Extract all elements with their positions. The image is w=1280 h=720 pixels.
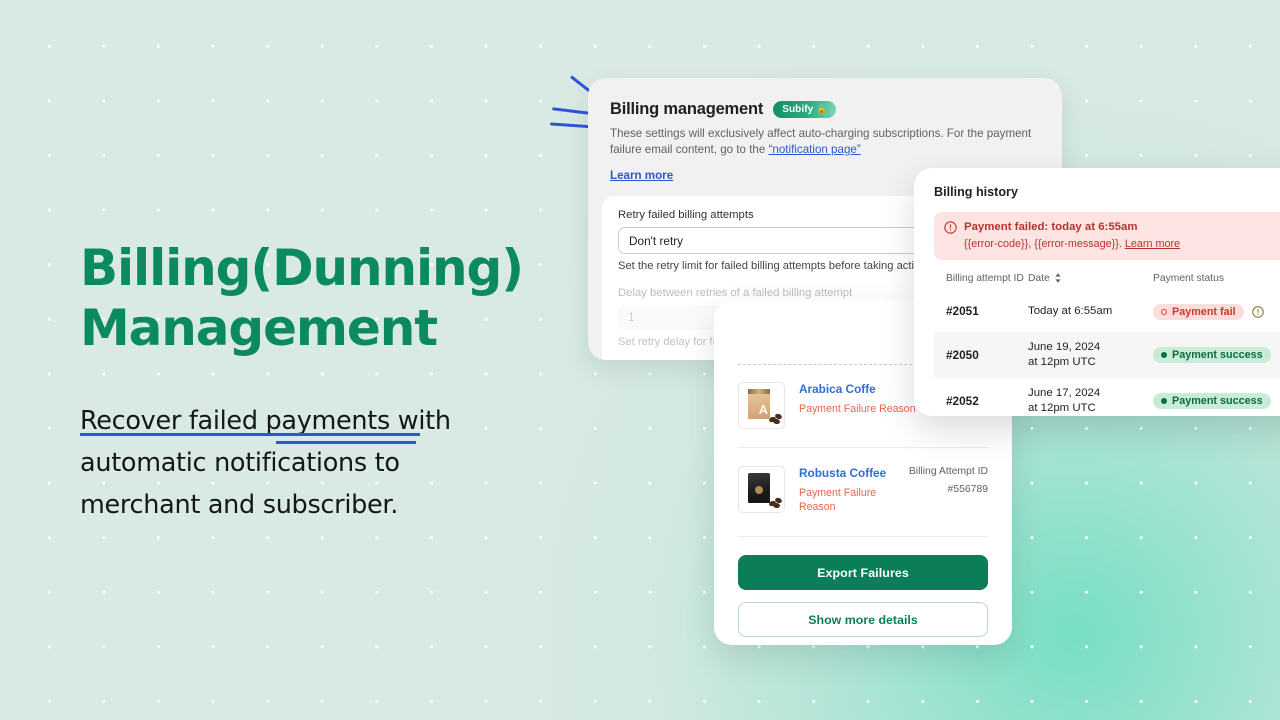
lock-icon: 🔒 (816, 104, 828, 114)
cell-attempt-id: #2051 (946, 304, 979, 318)
alert-title: Payment failed: today at 6:55am (964, 221, 1138, 233)
cell-date: Today at 6:55am (1028, 305, 1113, 317)
status-dot-icon (1161, 308, 1167, 315)
retry-delay-value: 1 (628, 311, 635, 324)
page-title: Billing(Dunning) Management (80, 239, 524, 357)
alert-text-wrap: Payment failed: today at 6:55am {{error-… (964, 220, 1180, 251)
status-label: Payment success (1172, 349, 1263, 361)
status-badge: Subify 🔒 (773, 101, 836, 118)
alert-body-text: {{error-code}}, {{error-message}}. (964, 238, 1125, 250)
table-row[interactable]: #2050 June 19, 2024 at 12pm UTC Payment … (934, 332, 1280, 378)
payment-failed-alert: Payment failed: today at 6:55am {{error-… (934, 212, 1280, 260)
attempt-id-value: #556789 (947, 484, 988, 495)
column-header-payment-status: Payment status (1153, 272, 1224, 284)
product-failure-reason: Payment Failure Reason (799, 487, 877, 513)
product-thumbnail: A (738, 382, 785, 429)
table-row[interactable]: #2051 Today at 6:55am Payment fail (934, 291, 1280, 332)
column-header-attempt-id: Billing attempt ID (946, 272, 1024, 284)
warning-circle-icon[interactable] (1251, 305, 1264, 318)
status-label: Payment fail (1172, 305, 1236, 318)
status-dot-icon (1161, 398, 1167, 404)
export-failures-button[interactable]: Export Failures (738, 555, 988, 590)
card-title: Billing management (610, 100, 764, 118)
bag-letter: A (758, 402, 768, 417)
card-header: Billing management Subify 🔒 (610, 100, 1040, 119)
status-dot-icon (1161, 352, 1167, 358)
status-label: Payment success (1172, 395, 1263, 407)
notification-page-link[interactable]: “notification page” (769, 143, 861, 156)
card-description: These settings will exclusively affect a… (610, 126, 1040, 157)
product-thumbnail (738, 466, 785, 513)
list-item[interactable]: Robusta Coffee Payment Failure Reason Bi… (738, 448, 988, 514)
cell-status: Payment success (1153, 347, 1280, 363)
hero-subcopy-wrap: Recover failed payments with automatic n… (80, 400, 510, 526)
column-header-date-label: Date (1028, 272, 1050, 284)
cell-status: Payment success (1153, 393, 1280, 409)
status-badge-fail: Payment fail (1153, 303, 1244, 320)
billing-history-table: Billing attempt ID Date Payment status #… (934, 272, 1280, 416)
cell-date: June 17, 2024 at 12pm UTC (1028, 387, 1101, 414)
status-badge-success: Payment success (1153, 347, 1271, 363)
coffee-beans-icon (768, 496, 783, 509)
alert-body: {{error-code}}, {{error-message}}. Learn… (964, 237, 1180, 251)
underline-stroke-primary (80, 433, 420, 436)
cell-status: Payment fail (1153, 303, 1280, 320)
badge-label: Subify (782, 104, 814, 115)
attempt-id-label: Billing Attempt ID (908, 466, 988, 477)
status-badge-success: Payment success (1153, 393, 1271, 409)
billing-history-title: Billing history (934, 185, 1018, 199)
hero-subcopy: Recover failed payments with automatic n… (80, 406, 451, 520)
sort-chevrons-icon[interactable] (1054, 272, 1062, 284)
column-header-date[interactable]: Date (1028, 272, 1153, 284)
table-row[interactable]: #2052 June 17, 2024 at 12pm UTC Payment … (934, 378, 1280, 416)
cell-attempt-id: #2052 (946, 393, 979, 408)
learn-more-link[interactable]: Learn more (610, 169, 673, 182)
show-more-details-button[interactable]: Show more details (738, 602, 988, 637)
actions-divider (738, 536, 988, 537)
alert-circle-icon (944, 221, 957, 234)
coffee-beans-icon (768, 412, 783, 425)
product-name[interactable]: Robusta Coffee (799, 466, 895, 481)
table-header-row: Billing attempt ID Date Payment status (934, 272, 1280, 291)
alert-learn-more-link[interactable]: Learn more (1125, 238, 1180, 250)
retry-limit-value: Don't retry (629, 233, 684, 248)
billing-history-panel: Billing history Payment failed: today at… (914, 168, 1280, 416)
cell-date: June 19, 2024 at 12pm UTC (1028, 341, 1101, 368)
cell-attempt-id: #2050 (946, 347, 979, 362)
product-attempt-col: Billing Attempt ID #556789 (909, 466, 988, 495)
underline-stroke-secondary (276, 441, 416, 444)
hero-copy: Billing(Dunning) Management Recover fail… (80, 238, 550, 526)
product-info: Robusta Coffee Payment Failure Reason (799, 466, 895, 514)
